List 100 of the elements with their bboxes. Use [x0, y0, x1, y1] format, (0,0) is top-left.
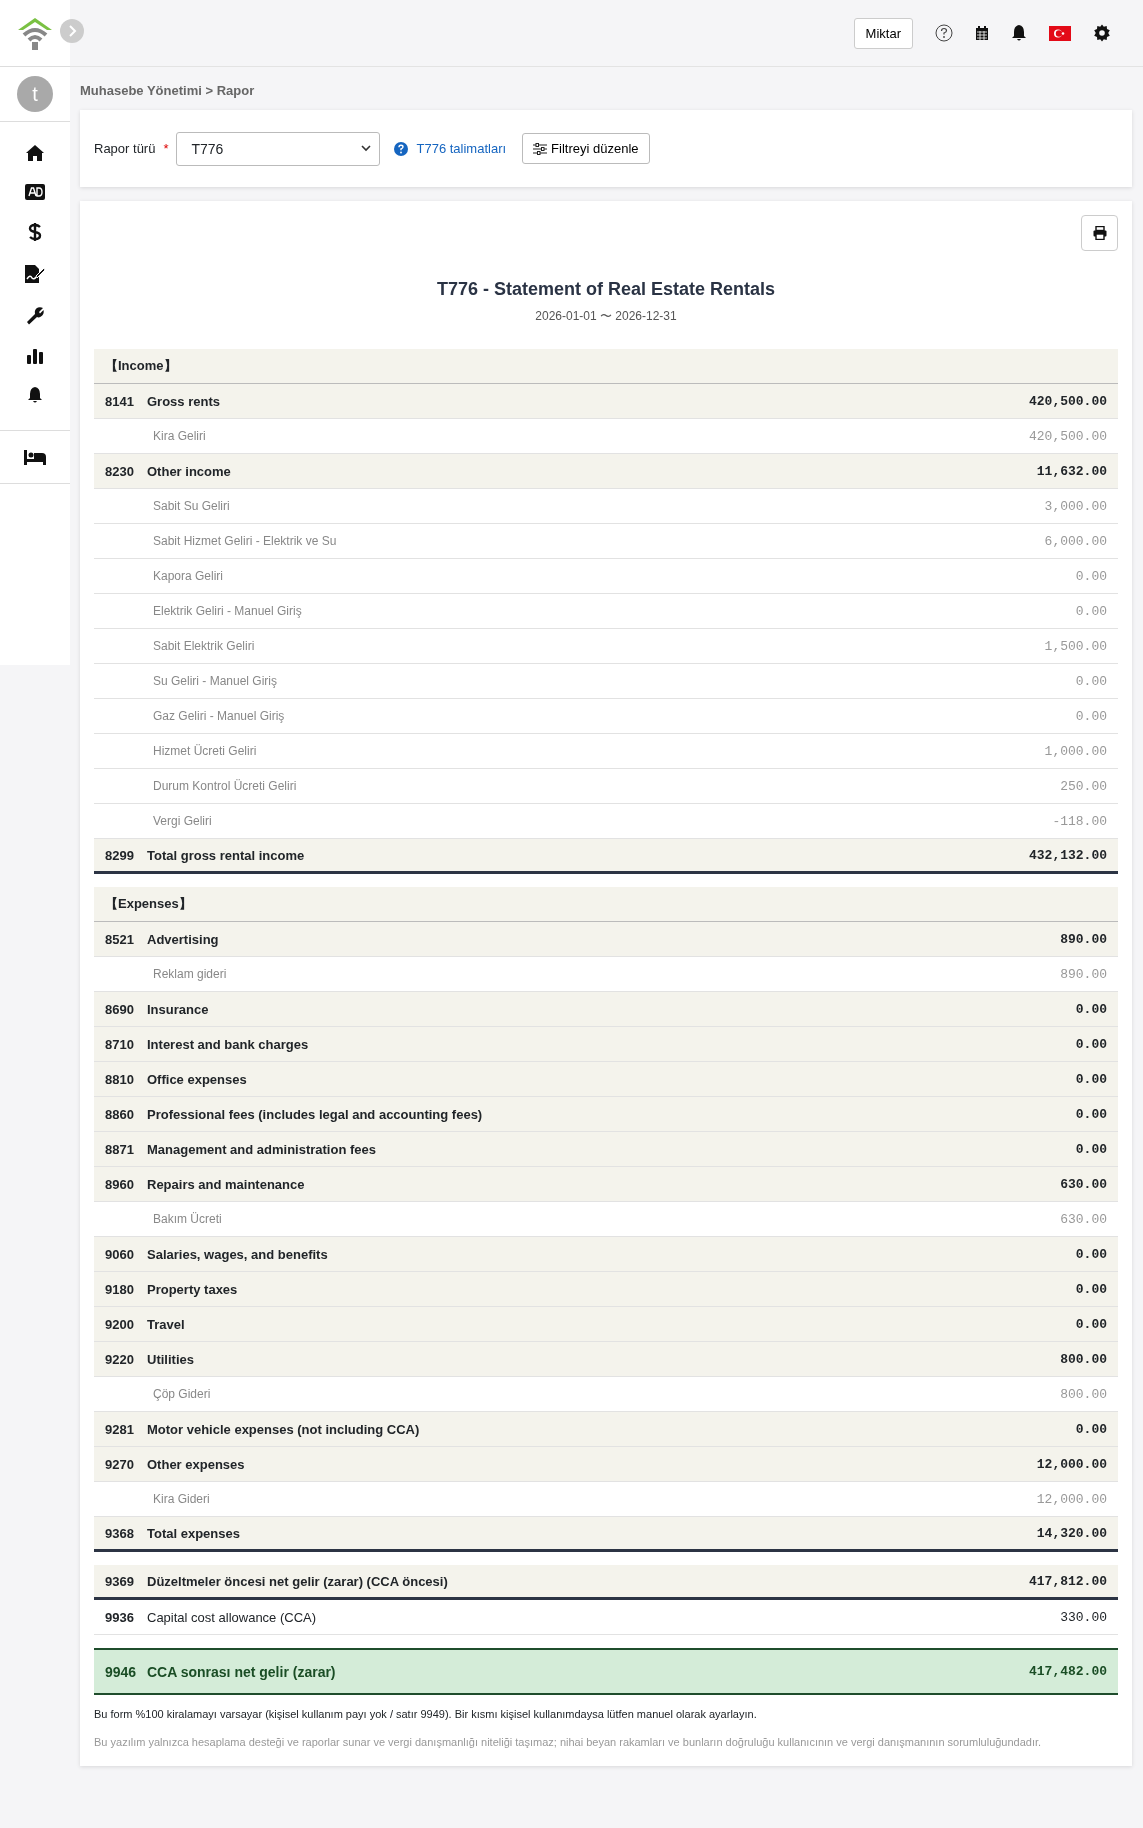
report-type-select[interactable]: T776	[176, 131, 381, 166]
account-label: Travel	[147, 1316, 186, 1332]
calendar-icon[interactable]	[975, 25, 989, 41]
account-label: Professional fees (includes legal and accounting fees)	[147, 1106, 484, 1122]
account-label: Kapora Geliri	[152, 569, 225, 583]
account-label: Other income	[147, 463, 232, 479]
account-code: 9936	[105, 1609, 135, 1625]
account-label: Property taxes	[147, 1281, 239, 1297]
account-code: 8141	[105, 393, 135, 409]
notification-bell-icon[interactable]	[1011, 24, 1027, 42]
required-mark: *	[163, 141, 169, 156]
amount: 0.00	[1075, 1421, 1107, 1437]
amount: 417,482.00	[1029, 1664, 1107, 1679]
account-label: Vergi Geliri	[152, 814, 213, 828]
account-label: Insurance	[147, 1001, 210, 1017]
account-label: Sabit Hizmet Geliri - Elektrik ve Su	[152, 534, 338, 548]
account-code: 8710	[105, 1036, 135, 1052]
amount: 0.00	[1075, 1071, 1107, 1087]
account-code: 8810	[105, 1071, 135, 1087]
amount: 0.00	[1075, 1246, 1107, 1262]
account-label: Durum Kontrol Ücreti Geliri	[152, 779, 298, 793]
account-code: 8230	[105, 463, 135, 479]
account-label: Hizmet Ücreti Geliri	[152, 744, 258, 758]
account-label: Gross rents	[147, 393, 221, 409]
account-code: 8521	[105, 931, 135, 947]
account-code: 8960	[105, 1176, 135, 1192]
report-period: 2026-01-01 〜 2026-12-31	[534, 308, 678, 325]
sliders-icon	[533, 142, 548, 155]
account-code: 9270	[105, 1456, 135, 1472]
breadcrumb: Muhasebe Yönetimi > Rapor	[79, 82, 256, 100]
amount: 0.00	[1075, 1036, 1107, 1052]
amount: 630.00	[1060, 1176, 1107, 1192]
report-type-label: Rapor türü	[94, 141, 156, 156]
account-label: Gaz Geliri - Manuel Giriş	[152, 709, 286, 723]
amount: 0.00	[1075, 708, 1107, 724]
account-label: Capital cost allowance (CCA)	[147, 1609, 318, 1625]
settings-icon[interactable]	[1093, 24, 1111, 42]
account-label: Utilities	[147, 1351, 195, 1367]
account-label: Office expenses	[147, 1071, 248, 1087]
amount: 14,320.00	[1036, 1525, 1107, 1541]
account-code: 9200	[105, 1316, 135, 1332]
account-label: Management and administration fees	[147, 1141, 377, 1157]
amount: 0.00	[1075, 1106, 1107, 1122]
amount: 800.00	[1060, 1386, 1107, 1402]
print-button[interactable]	[1081, 215, 1118, 251]
account-label: Sabit Su Geliri	[152, 499, 231, 513]
account-code: 8860	[105, 1106, 135, 1122]
report-title: T776 - Statement of Real Estate Rentals	[435, 279, 777, 300]
account-label: Reklam gideri	[152, 967, 228, 981]
amount: 432,132.00	[1029, 847, 1107, 863]
section-title: 【Income】	[105, 357, 178, 375]
help-icon[interactable]	[935, 24, 953, 42]
bell-icon[interactable]	[27, 386, 43, 404]
dollar-icon[interactable]	[28, 222, 42, 242]
account-label: Çöp Gideri	[152, 1387, 212, 1401]
amount: 630.00	[1060, 1211, 1107, 1227]
account-label: Kira Gideri	[152, 1492, 211, 1506]
amount: 3,000.00	[1044, 498, 1107, 514]
account-label: Sabit Elektrik Geliri	[152, 639, 256, 653]
amount: 0.00	[1075, 603, 1107, 619]
account-code: 8690	[105, 1001, 135, 1017]
bed-icon[interactable]	[23, 449, 47, 465]
amount: 890.00	[1060, 931, 1107, 947]
flag-icon[interactable]	[1049, 25, 1071, 41]
print-icon	[1092, 226, 1107, 240]
signed-document-icon[interactable]	[24, 264, 46, 284]
quantity-button[interactable]: Miktar	[853, 17, 913, 49]
amount: 0.00	[1075, 1001, 1107, 1017]
edit-filter-button[interactable]: Filtreyi düzenle	[522, 133, 650, 164]
bar-chart-icon[interactable]	[26, 348, 44, 364]
disclaimer-text: Bu yazılım yalnızca hesaplama desteği ve raporlar sunar ve vergi danışmanlığı niteliği taşımaz; nihai beyan rakamları ve bunların doğruluğu kullanıcının ve vergi danışmanının sorumluluğundadır.	[94, 1735, 1043, 1750]
account-label: Total gross rental income	[147, 847, 306, 863]
account-label: Other expenses	[147, 1456, 246, 1472]
account-code: 9368	[105, 1525, 135, 1541]
account-label: Su Geliri - Manuel Giriş	[152, 674, 279, 688]
amount: 330.00	[1060, 1609, 1107, 1625]
account-label: Salaries, wages, and benefits	[147, 1246, 329, 1262]
wrench-icon[interactable]	[25, 306, 45, 326]
ad-icon[interactable]	[25, 184, 45, 200]
amount: 420,500.00	[1029, 393, 1107, 409]
logo-icon[interactable]	[16, 15, 54, 51]
amount: 12,000.00	[1036, 1456, 1107, 1472]
amount: 0.00	[1075, 568, 1107, 584]
account-code: 9060	[105, 1246, 135, 1262]
account-label: Interest and bank charges	[147, 1036, 310, 1052]
help-icon	[394, 141, 409, 156]
account-label: Advertising	[147, 931, 220, 947]
account-code: 9946	[105, 1663, 138, 1680]
amount: 0.00	[1075, 1281, 1107, 1297]
amount: 1,000.00	[1044, 743, 1107, 759]
chevron-right-icon	[67, 25, 77, 37]
account-code: 8871	[105, 1141, 135, 1157]
home-icon[interactable]	[25, 144, 45, 162]
amount: 12,000.00	[1036, 1491, 1107, 1507]
instructions-link[interactable]: T776 talimatları	[416, 141, 507, 156]
amount: 0.00	[1075, 1316, 1107, 1332]
account-label: Total expenses	[147, 1525, 241, 1541]
amount: 0.00	[1075, 673, 1107, 689]
amount: 11,632.00	[1036, 463, 1107, 479]
amount: 420,500.00	[1029, 428, 1107, 444]
